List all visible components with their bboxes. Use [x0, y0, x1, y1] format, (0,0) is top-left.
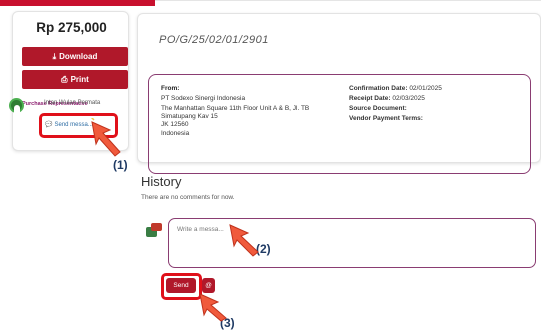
representative-name: Intan Wulan Permata: [44, 100, 101, 106]
confirmation-date-row: Confirmation Date: 02/01/2025: [349, 85, 442, 92]
purchase-order-card: PO/G/25/02/01/2901 From: PT Sodexo Siner…: [137, 13, 541, 174]
order-total-price: Rp 275,000: [36, 20, 107, 35]
from-label: From:: [161, 85, 180, 92]
from-company: PT Sodexo Sinergi Indonesia: [161, 95, 246, 102]
source-document-row: Source Document:: [349, 105, 407, 112]
pointer-arrow-icon-3: [199, 293, 227, 322]
step-1-label: (1): [113, 158, 128, 172]
top-divider: [155, 0, 541, 1]
download-icon: ⤓: [52, 51, 57, 61]
po-details-box: From: PT Sodexo Sinergi Indonesia The Ma…: [148, 74, 531, 174]
send-message-link[interactable]: 💬 Send messa...: [45, 121, 93, 129]
no-comments-text: There are no comments for now.: [141, 194, 235, 201]
pointer-arrow-icon-2: [229, 224, 259, 257]
download-label: Download: [59, 52, 98, 61]
receipt-date-row: Receipt Date: 02/03/2025: [349, 95, 425, 102]
pointer-arrow-icon-1: [90, 118, 121, 157]
po-number: PO/G/25/02/01/2901: [159, 34, 269, 46]
history-heading: History: [141, 174, 182, 189]
download-button[interactable]: ⤓ Download: [22, 47, 128, 66]
representative-avatar: [9, 98, 24, 113]
user-avatar-icon: [146, 223, 162, 237]
chat-bubble-icon: 💬: [45, 122, 53, 128]
from-country: Indonesia: [161, 130, 190, 137]
comment-input[interactable]: Write a messa...: [168, 218, 536, 268]
top-accent-bar: [0, 0, 155, 6]
from-address-line-1: The Manhattan Square 11th Floor Unit A &…: [161, 105, 310, 112]
print-label: Print: [70, 75, 89, 84]
comment-placeholder: Write a messa...: [177, 226, 224, 233]
from-address-line-2: Simatupang Kav 15: [161, 113, 218, 120]
from-postal: JK 12560: [161, 121, 189, 128]
send-button[interactable]: Send: [166, 278, 196, 293]
print-button[interactable]: ⎙ Print: [22, 70, 128, 89]
vendor-payment-terms-row: Vendor Payment Terms:: [349, 115, 423, 122]
print-icon: ⎙: [61, 74, 68, 84]
